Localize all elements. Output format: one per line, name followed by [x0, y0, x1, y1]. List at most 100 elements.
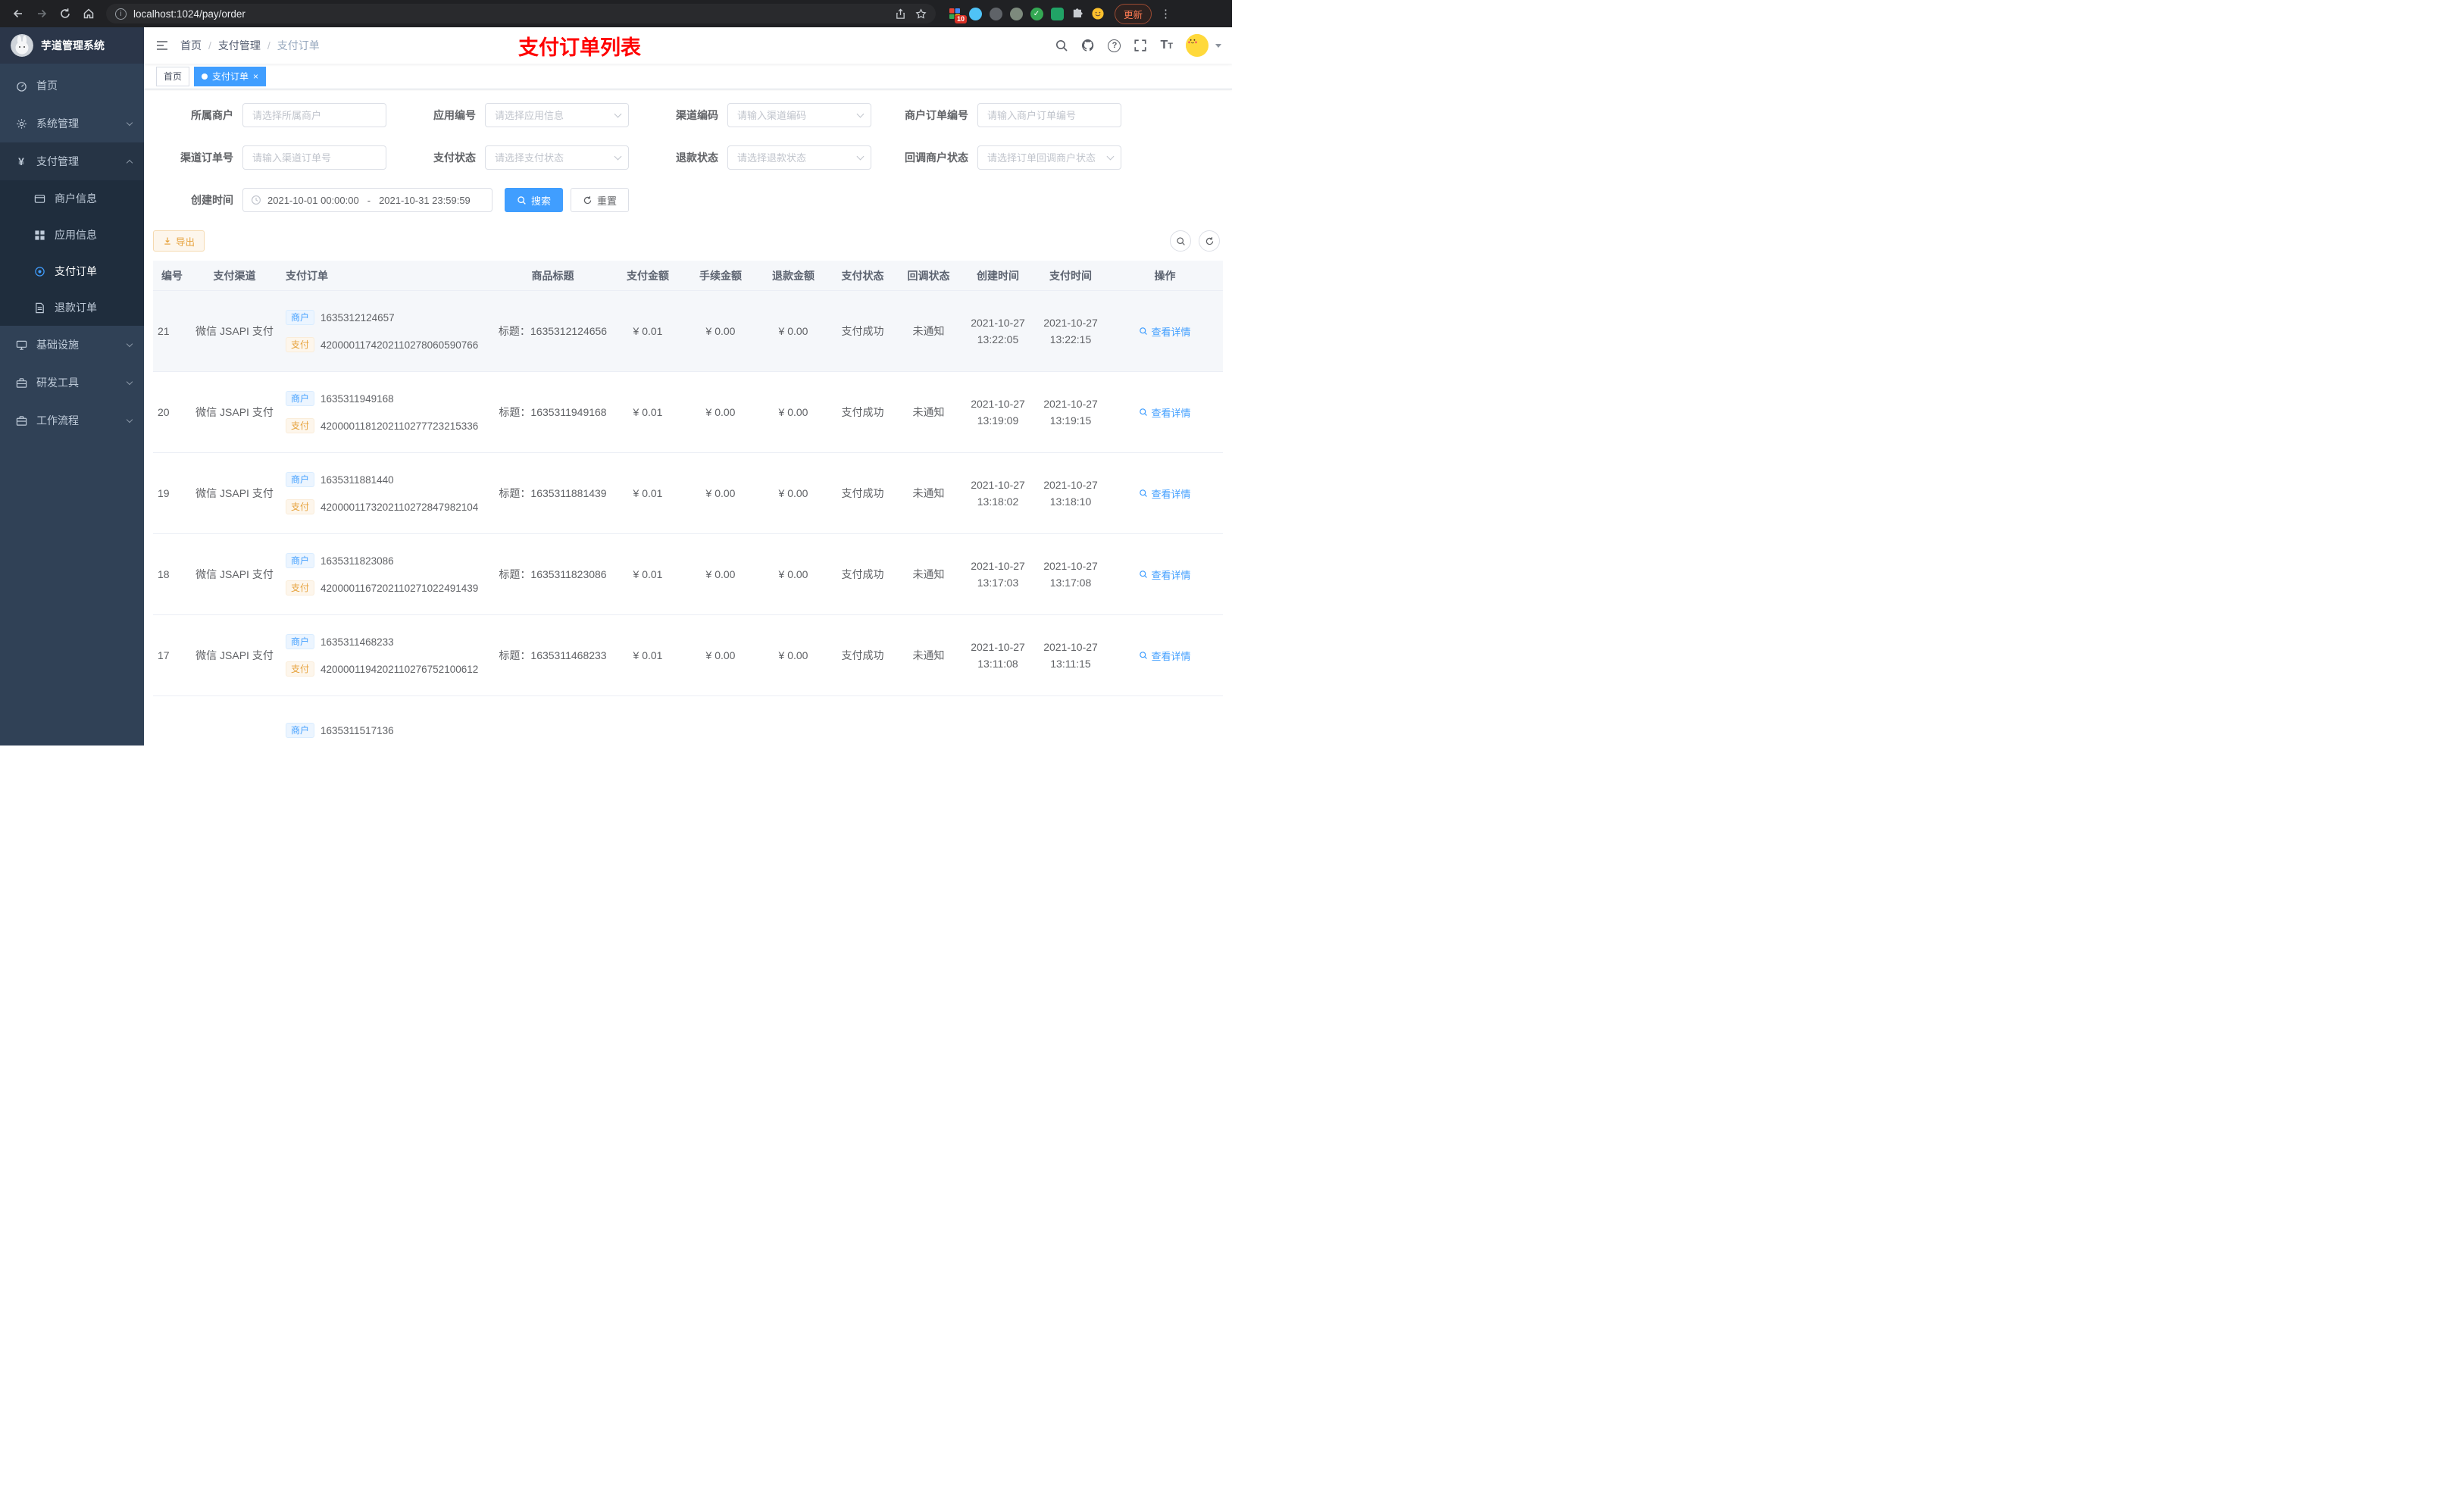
sidebar-logo[interactable]: 芋道管理系统 [0, 27, 144, 64]
tab-home[interactable]: 首页 [156, 66, 190, 86]
app-select[interactable] [485, 103, 629, 127]
info-icon[interactable]: i [115, 8, 127, 20]
share-icon[interactable] [895, 8, 906, 20]
chevron-down-icon[interactable] [1215, 43, 1221, 48]
magnifier-icon [1176, 236, 1185, 245]
breadcrumb-home[interactable]: 首页 [180, 38, 202, 53]
gear-icon [15, 117, 27, 130]
notify-status-select[interactable] [977, 145, 1121, 170]
sidebar-item-refund-order[interactable]: 退款订单 [0, 289, 144, 326]
fullscreen-icon[interactable] [1134, 39, 1147, 52]
toggle-search-button[interactable] [1170, 230, 1191, 252]
cell-create-time: 2021-10-27 13:22:05 [971, 316, 1025, 345]
sidebar-item-payment[interactable]: ¥ 支付管理 [0, 142, 144, 180]
forward-icon[interactable] [31, 4, 52, 24]
main-area: 首页 / 支付管理 / 支付订单 支付订单列表 ? TT 首页 支付订单 × 所… [144, 27, 1232, 746]
cell-id: 20 [158, 406, 170, 418]
sidebar-item-app-info[interactable]: 应用信息 [0, 217, 144, 253]
tab-pay-order[interactable]: 支付订单 × [194, 66, 267, 86]
sidebar-item-workflow[interactable]: 工作流程 [0, 402, 144, 439]
sidebar-item-system[interactable]: 系统管理 [0, 105, 144, 142]
extension-green-check-icon[interactable]: ✓ [1030, 7, 1043, 20]
profile-avatar[interactable] [1091, 7, 1105, 20]
cell-create-time [962, 696, 1034, 746]
date-start[interactable]: 2021-10-01 00:00:00 [267, 195, 359, 206]
chevron-down-icon [126, 416, 133, 423]
cell-channel: 微信 JSAPI 支付 [195, 568, 274, 580]
date-end[interactable]: 2021-10-31 23:59:59 [379, 195, 471, 206]
reset-button[interactable]: 重置 [571, 188, 630, 212]
address-bar[interactable]: i localhost:1024/pay/order [106, 4, 936, 23]
cell-notify: 未通知 [912, 487, 945, 499]
table-header-row: 编号 支付渠道 支付订单 商品标题 支付金额 手续金额 退款金额 支付状态 回调状态 创建时间 支付… [153, 261, 1223, 291]
help-icon[interactable]: ? [1108, 39, 1121, 52]
merchant-order-no-input[interactable] [977, 103, 1121, 127]
refresh-table-button[interactable] [1199, 230, 1220, 252]
sidebar-menu: 首页 系统管理 ¥ 支付管理 商户信息 应用信息 支付订单 退款订单 基础设施 … [0, 64, 144, 439]
star-icon[interactable] [915, 8, 927, 20]
cell-pay-time [1034, 696, 1107, 746]
cell-pay-order: 商户 1635311468233 支付 42000011942021102767… [278, 615, 494, 695]
cell-refund [757, 696, 830, 746]
view-detail-link[interactable]: 查看详情 [1139, 567, 1191, 582]
date-separator: - [367, 194, 371, 206]
github-icon[interactable] [1081, 39, 1095, 52]
extension-dark-icon[interactable] [989, 7, 1002, 20]
search-icon[interactable] [1055, 39, 1068, 52]
cell-id: 19 [158, 487, 170, 499]
export-button[interactable]: 导出 [153, 230, 205, 252]
cell-channel: 微信 JSAPI 支付 [195, 325, 274, 337]
sidebar-item-label: 系统管理 [36, 117, 79, 130]
cell-action: 查看详情 [1107, 615, 1223, 695]
channel-order-no-input[interactable] [242, 145, 386, 170]
sidebar-item-devtools[interactable]: 研发工具 [0, 364, 144, 402]
date-range-input[interactable]: 2021-10-01 00:00:00 - 2021-10-31 23:59:5… [242, 188, 492, 212]
fontsize-icon[interactable]: TT [1160, 39, 1173, 52]
url-text[interactable]: localhost:1024/pay/order [133, 8, 245, 20]
view-detail-link[interactable]: 查看详情 [1139, 486, 1191, 501]
table-row: 19 微信 JSAPI 支付 商户 1635311881440 支付 42000… [153, 453, 1223, 534]
cell-refund: ¥ 0.00 [778, 406, 808, 418]
search-button[interactable]: 搜索 [505, 188, 564, 212]
refresh-icon[interactable] [55, 4, 75, 24]
view-detail-link[interactable]: 查看详情 [1139, 324, 1191, 339]
view-detail-link[interactable]: 查看详情 [1139, 649, 1191, 663]
extension-gray-icon[interactable] [1009, 7, 1023, 20]
sidebar-item-pay-order[interactable]: 支付订单 [0, 253, 144, 289]
magnifier-icon [1140, 408, 1148, 416]
home-icon[interactable] [78, 4, 98, 24]
breadcrumb-payment[interactable]: 支付管理 [218, 38, 261, 53]
refund-status-select[interactable] [727, 145, 871, 170]
cell-status: 支付成功 [841, 487, 884, 499]
pay-tag: 支付 [286, 499, 315, 514]
cell-fee: ¥ 0.00 [705, 649, 736, 661]
channel-code-select[interactable] [727, 103, 871, 127]
yen-icon: ¥ [18, 155, 24, 167]
merchant-order-no: 1635312124657 [321, 311, 395, 324]
back-icon[interactable] [8, 4, 28, 24]
merchant-input[interactable] [242, 103, 386, 127]
sidebar-item-home[interactable]: 首页 [0, 67, 144, 105]
user-avatar[interactable] [1186, 34, 1209, 57]
cell-fee: ¥ 0.00 [705, 487, 736, 499]
cell-title: 标题：1635311823086 [499, 568, 607, 580]
pay-status-select[interactable] [485, 145, 629, 170]
column-header: 编号 [161, 269, 183, 282]
view-detail-link[interactable]: 查看详情 [1139, 405, 1191, 420]
payment-submenu: 商户信息 应用信息 支付订单 退款订单 [0, 180, 144, 326]
pay-order-no: 4200001181202110277723215336 [321, 420, 479, 432]
cell-notify: 未通知 [912, 406, 945, 418]
extension-blue-icon[interactable] [968, 7, 982, 20]
extensions-puzzle-icon[interactable] [1071, 7, 1084, 20]
cell-notify: 未通知 [912, 325, 945, 337]
close-icon[interactable]: × [253, 72, 258, 81]
sidebar-item-infra[interactable]: 基础设施 [0, 326, 144, 364]
cell-pay-time: 2021-10-27 13:11:15 [1043, 640, 1098, 670]
extension-green-chat-icon[interactable] [1050, 7, 1064, 20]
extension-colorful-icon[interactable]: 10 [948, 7, 967, 23]
browser-menu-icon[interactable]: ⋮ [1159, 7, 1173, 20]
update-button[interactable]: 更新 [1115, 3, 1152, 24]
cell-fee: ¥ 0.00 [705, 406, 736, 418]
hamburger-icon[interactable] [144, 39, 180, 52]
sidebar-item-merchant-info[interactable]: 商户信息 [0, 180, 144, 217]
